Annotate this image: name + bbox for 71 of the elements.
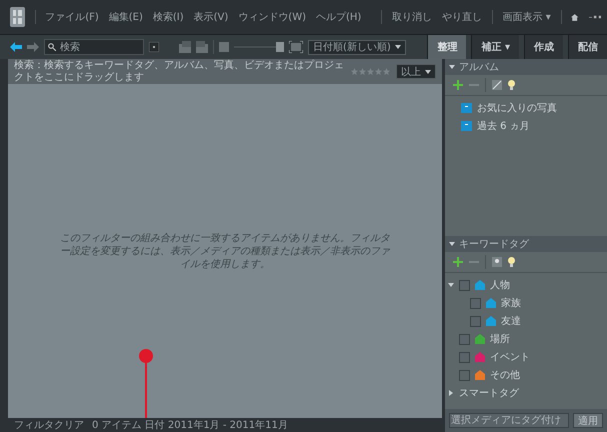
lightbulb-icon[interactable] bbox=[508, 80, 515, 90]
collapse-arrow-icon[interactable] bbox=[449, 241, 455, 247]
tag-checkbox[interactable] bbox=[459, 334, 470, 344]
menu-item[interactable]: ファイル(F) bbox=[45, 10, 99, 24]
thumbnail-size-slider[interactable] bbox=[234, 42, 284, 52]
display-button[interactable]: 画面表示 ▾ bbox=[502, 10, 551, 24]
tab[interactable]: 作成 bbox=[524, 35, 563, 59]
home-icon[interactable] bbox=[571, 12, 579, 22]
album-label[interactable]: お気に入りの写真 bbox=[477, 101, 557, 115]
star-icon[interactable] bbox=[367, 68, 374, 75]
tag-label[interactable]: その他 bbox=[490, 368, 520, 382]
hint-text: 検索：検索するキーワードタグ、アルバム、写真、ビデオまたはプロジェクトをここにドラッグします bbox=[14, 60, 345, 83]
album-label[interactable]: 過去 6 ヵ月 bbox=[477, 119, 530, 133]
tag-label[interactable]: イベント bbox=[490, 350, 530, 364]
collapse-arrow-icon[interactable] bbox=[449, 64, 455, 70]
rating-dropdown[interactable]: 以上 bbox=[396, 64, 436, 79]
star-icon[interactable] bbox=[375, 68, 382, 75]
caret-icon[interactable] bbox=[425, 70, 431, 74]
empty-message: このフィルターの組み合わせに一致するアイテムがありません。フィルター設定を変更するには、表示／メディアの種類または表示／非表示のファイルを使用します。 bbox=[60, 232, 390, 270]
tag-checkbox[interactable] bbox=[459, 280, 470, 290]
tag-label[interactable]: 家族 bbox=[501, 296, 521, 310]
status-text: 0 アイテム 日付 2011年1月 - 2011年11月 bbox=[92, 419, 288, 432]
tag-field[interactable]: 選択メディアにタグ付け bbox=[449, 413, 569, 428]
tag-checkbox[interactable] bbox=[470, 316, 481, 326]
rotate-right-icon[interactable] bbox=[196, 41, 208, 53]
slider-thumb[interactable] bbox=[276, 42, 284, 52]
forward-arrow-icon[interactable] bbox=[27, 42, 39, 52]
menu-item[interactable]: ヘルプ(H) bbox=[316, 10, 362, 24]
album-icon bbox=[461, 103, 472, 113]
small-thumbnail-icon[interactable] bbox=[219, 42, 229, 52]
tag-label[interactable]: 友達 bbox=[501, 314, 521, 328]
caret-icon[interactable] bbox=[394, 45, 401, 49]
expand-arrow-icon[interactable] bbox=[448, 282, 454, 288]
tag-checkbox[interactable] bbox=[470, 298, 481, 308]
tab[interactable]: 配信 bbox=[568, 35, 607, 59]
menu-item[interactable]: 検索(I) bbox=[152, 10, 184, 24]
apply-button[interactable]: 適用 bbox=[573, 413, 603, 428]
tag-label[interactable]: 場所 bbox=[490, 332, 510, 346]
undo-button[interactable]: 取り消し bbox=[392, 10, 432, 24]
rating-stars[interactable] bbox=[351, 68, 390, 75]
rotate-left-icon[interactable] bbox=[179, 41, 191, 53]
back-arrow-icon[interactable] bbox=[10, 42, 22, 52]
album-icon bbox=[461, 121, 472, 131]
lightbulb-icon[interactable] bbox=[508, 257, 515, 267]
tab[interactable]: 整理 bbox=[427, 35, 466, 59]
tag-label[interactable]: 人物 bbox=[490, 278, 510, 292]
tag-checkbox[interactable] bbox=[459, 352, 470, 362]
star-icon[interactable] bbox=[351, 68, 358, 75]
search-icon bbox=[48, 43, 56, 51]
star-icon[interactable] bbox=[383, 68, 390, 75]
fullscreen-icon[interactable] bbox=[289, 41, 303, 53]
dropdown-icon[interactable] bbox=[149, 42, 159, 52]
add-icon[interactable] bbox=[453, 257, 463, 267]
tag-checkbox[interactable] bbox=[459, 370, 470, 380]
tab[interactable]: 補正 ▾ bbox=[471, 35, 519, 59]
search-field[interactable]: 検索 bbox=[44, 39, 144, 55]
menu-item[interactable]: 編集(E) bbox=[108, 10, 143, 24]
window-controls-icon[interactable] bbox=[588, 14, 601, 20]
person-icon[interactable] bbox=[492, 257, 502, 267]
status-text: フィルタクリア bbox=[14, 419, 84, 432]
menu-item[interactable]: ウィンドウ(W) bbox=[238, 10, 306, 24]
redo-button[interactable]: やり直し bbox=[442, 10, 482, 24]
annotation-line bbox=[145, 360, 147, 418]
add-icon[interactable] bbox=[453, 80, 463, 90]
edit-icon[interactable] bbox=[492, 80, 502, 90]
expand-arrow-icon[interactable] bbox=[448, 390, 454, 396]
menu-item[interactable]: 表示(V) bbox=[194, 10, 228, 24]
sort-dropdown[interactable]: 日付順(新しい順) bbox=[308, 40, 406, 54]
tag-label[interactable]: スマートタグ bbox=[459, 386, 519, 400]
app-logo-icon[interactable] bbox=[10, 7, 25, 27]
star-icon[interactable] bbox=[359, 68, 366, 75]
